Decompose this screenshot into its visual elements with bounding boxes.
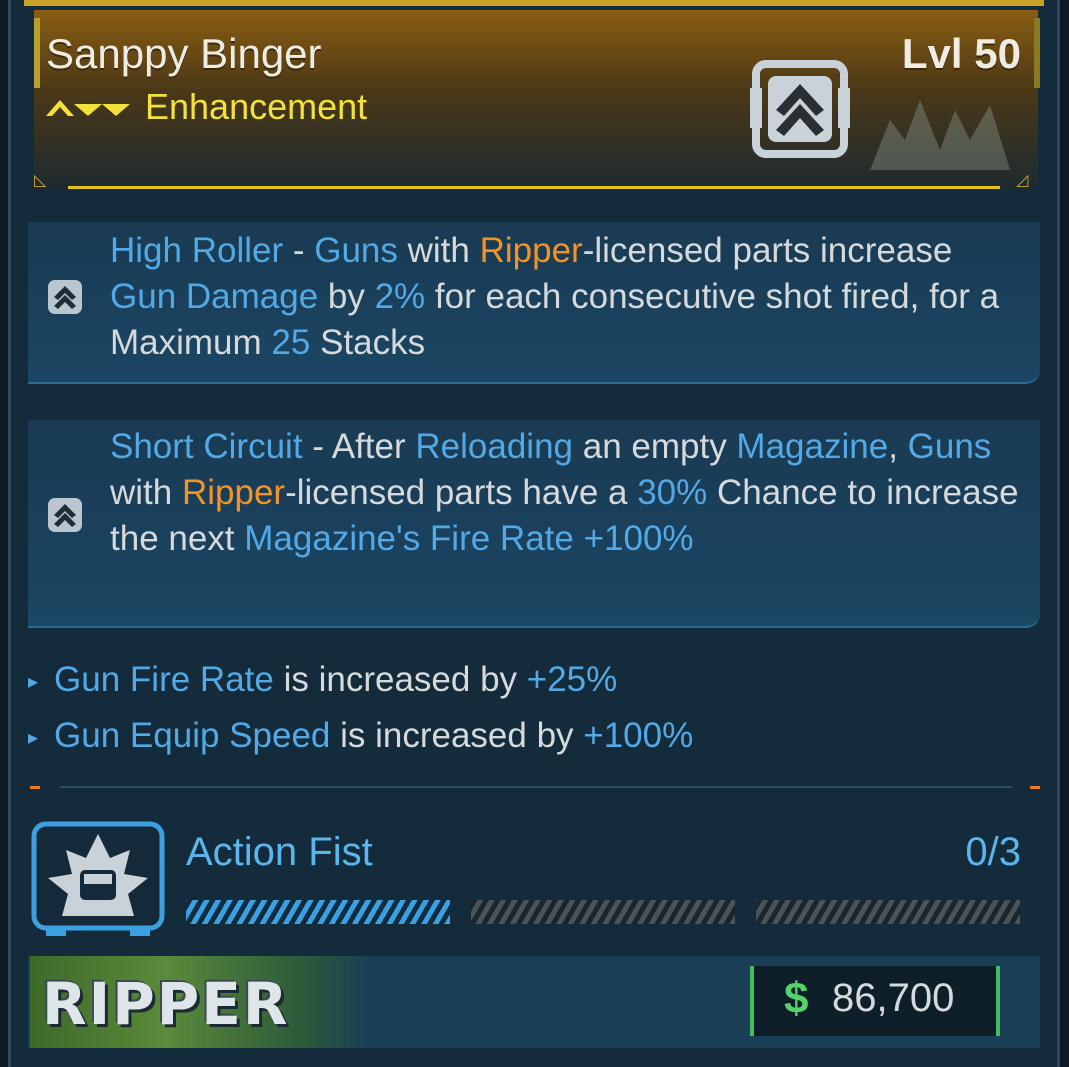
header-accent-left <box>34 18 40 88</box>
stat-connector: is increased by <box>273 660 527 699</box>
perk-panel-high-roller: High Roller - Guns with Ripper-licensed … <box>28 222 1040 384</box>
perk-text-segment: High Roller <box>110 231 284 270</box>
perk-text-segment: , <box>888 427 908 466</box>
perk-text-segment: Gun Damage <box>110 277 319 316</box>
progress-segment-3 <box>756 900 1020 924</box>
header-underline <box>68 186 1000 189</box>
ripper-manufacturer-logo: RIPPER <box>42 970 290 1038</box>
class-chevron-icon <box>48 280 82 314</box>
perk-panel-short-circuit: Short Circuit - After Reloading an empty… <box>28 420 1040 628</box>
stat-connector: is increased by <box>330 716 584 755</box>
perk-text-segment: -licensed parts increase <box>582 231 953 270</box>
perk-text-segment: Ripper <box>479 231 583 270</box>
action-fist-emblem-icon <box>31 821 165 936</box>
stat-value: +100% <box>583 716 694 755</box>
manufacturer-bonus-name: Action Fist <box>186 830 373 874</box>
perk-text-segment: 30% <box>637 473 708 512</box>
perk-text-segment: 2% <box>374 277 426 316</box>
perk-text-segment: with <box>110 473 182 512</box>
bullet-arrow-icon: ▸ <box>28 727 39 750</box>
perk-text-segment: Guns <box>907 427 992 466</box>
section-divider <box>60 786 1012 788</box>
dollar-icon: $ <box>784 974 809 1023</box>
character-art-icon <box>870 100 1010 170</box>
perk-text-segment: - <box>283 231 315 270</box>
stat-name: Gun Equip Speed <box>54 716 331 755</box>
class-emblem-icon <box>750 60 850 158</box>
perk-text-segment: Magazine <box>736 427 889 466</box>
price-box: $ 86,700 <box>750 966 1000 1036</box>
item-name: Sanppy Binger <box>46 30 322 77</box>
item-level: Lvl 50 <box>901 30 1021 77</box>
perk-text-segment: -licensed parts have a <box>285 473 638 512</box>
perk-text-segment: Ripper <box>181 473 286 512</box>
card-top-edge <box>24 0 1044 6</box>
stat-value: +25% <box>526 660 618 699</box>
header-accent-right <box>1034 18 1040 88</box>
bullet-arrow-icon: ▸ <box>28 671 39 694</box>
manufacturer-bonus-count: 0/3 <box>965 830 1021 874</box>
perk-text-segment: Stacks <box>310 323 426 362</box>
perk-description: High Roller - Guns with Ripper-licensed … <box>110 228 1020 366</box>
progress-segment-2 <box>471 900 735 924</box>
perk-text-segment: - After <box>302 427 416 466</box>
perk-text-segment: with <box>397 231 480 270</box>
perk-text-segment: Guns <box>314 231 398 270</box>
perk-text-segment: Short Circuit <box>110 427 303 466</box>
divider-cap-left <box>30 786 40 789</box>
divider-cap-right <box>1030 786 1040 789</box>
stat-line-fire-rate: ▸ Gun Fire Rate is increased by +25% <box>28 660 617 700</box>
perk-text-segment: Reloading <box>415 427 573 466</box>
stat-line-equip-speed: ▸ Gun Equip Speed is increased by +100% <box>28 716 693 756</box>
rarity-label: Enhancement <box>145 86 368 127</box>
stat-name: Gun Fire Rate <box>54 660 274 699</box>
perk-text-segment: Magazine's Fire Rate +100% <box>244 519 694 558</box>
price-value: 86,700 <box>832 976 955 1020</box>
rarity-chevrons-icon <box>46 100 130 116</box>
perk-text-segment: by <box>318 277 375 316</box>
perk-description: Short Circuit - After Reloading an empty… <box>110 424 1020 562</box>
progress-segment-1 <box>186 900 450 924</box>
perk-text-segment: an empty <box>573 427 737 466</box>
perk-text-segment: 25 <box>271 323 311 362</box>
corner-triangle-icon: ◺ <box>34 170 47 189</box>
class-chevron-icon <box>48 498 82 532</box>
